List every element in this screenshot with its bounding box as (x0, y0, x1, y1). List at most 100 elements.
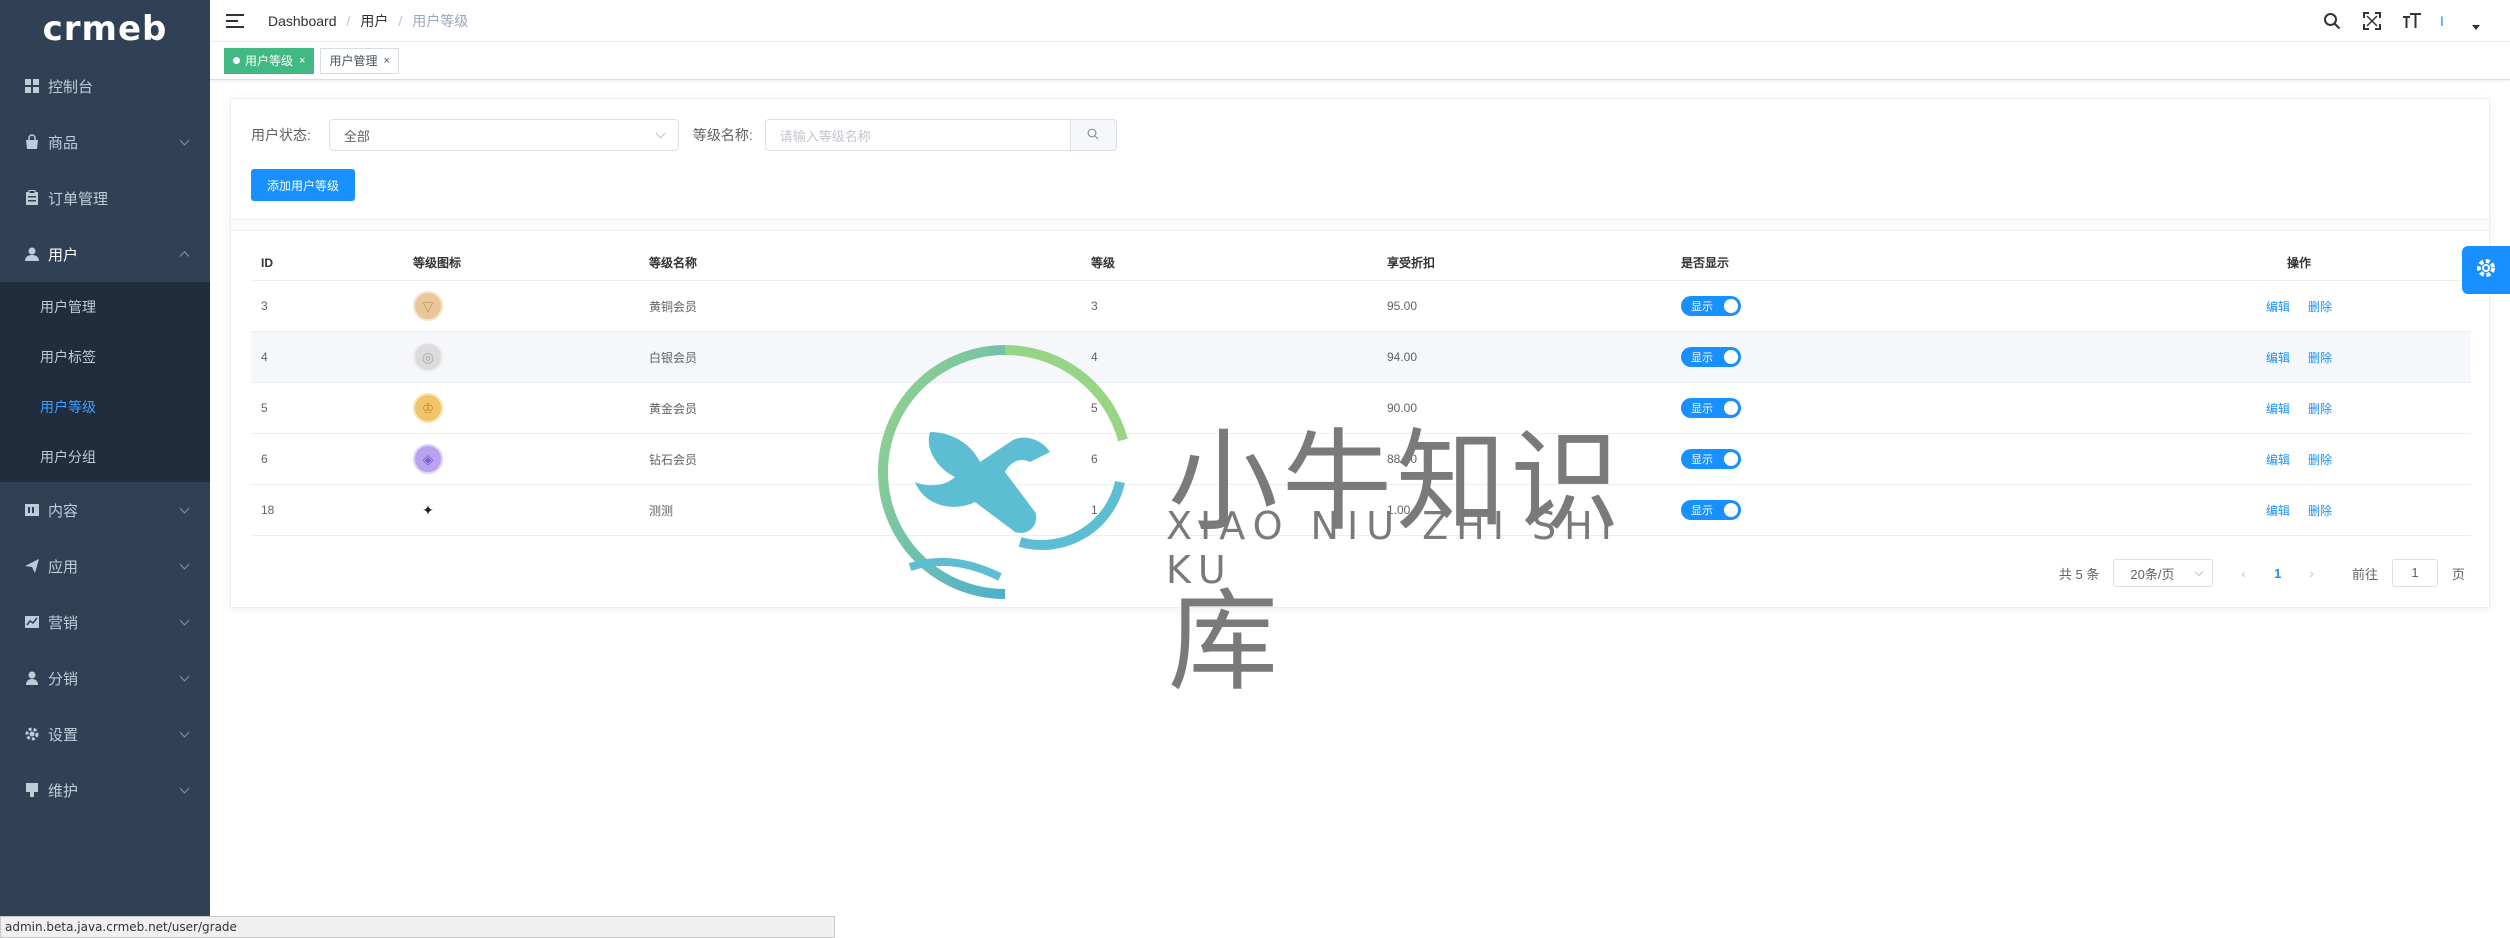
breadcrumb-item[interactable]: 用户 (360, 11, 388, 31)
edit-link[interactable]: 编辑 (2266, 451, 2290, 468)
edit-link[interactable]: 编辑 (2266, 502, 2290, 519)
content-icon (24, 502, 40, 518)
level-name-input[interactable]: 请输入等级名称 (764, 119, 1071, 151)
sidebar-item-settings[interactable]: 设置 (0, 706, 210, 762)
edit-link[interactable]: 编辑 (2266, 298, 2290, 315)
cell-name: 白银会员 (649, 350, 698, 365)
delete-link[interactable]: 删除 (2308, 400, 2332, 417)
sidebar-subitem-user-tags[interactable]: 用户标签 (0, 332, 210, 382)
chevron-down-icon (655, 128, 666, 139)
shop-bag-icon (24, 134, 40, 150)
col-header-icon: 等级图标 (413, 256, 462, 270)
prev-page-icon[interactable]: ‹ (2241, 565, 2246, 581)
delete-link[interactable]: 删除 (2308, 349, 2332, 366)
edit-link[interactable]: 编辑 (2266, 400, 2290, 417)
page-number[interactable]: 1 (2274, 566, 2281, 581)
fullscreen-icon[interactable] (2360, 9, 2384, 33)
maintenance-icon (24, 782, 40, 798)
sidebar-item-content[interactable]: 内容 (0, 482, 210, 538)
col-header-id: ID (261, 255, 273, 270)
sidebar-item-orders[interactable]: 订单管理 (0, 170, 210, 226)
gear-icon (2474, 256, 2498, 285)
goto-page-input[interactable]: 1 (2391, 559, 2438, 587)
top-header: Dashboard / 用户 / 用户等级 I (210, 0, 2510, 42)
page-suffix: 页 (2451, 566, 2465, 582)
toggle-label: 显示 (1691, 454, 1713, 466)
level-name-search: 请输入等级名称 (764, 119, 1117, 151)
marketing-icon (24, 614, 40, 630)
custom-level-icon: ✦ (413, 495, 443, 525)
show-toggle[interactable]: 显示 (1681, 296, 1741, 316)
table-row: 6 ◈ 钻石会员 6 88.00 显示 编辑 删除 (251, 434, 2471, 485)
table-row: 5 ♔ 黄金会员 5 90.00 显示 编辑 删除 (251, 383, 2471, 434)
send-icon (24, 558, 40, 574)
active-dot-icon (233, 57, 240, 64)
toggle-label: 显示 (1691, 352, 1713, 364)
breadcrumb-item[interactable]: Dashboard (268, 13, 337, 29)
app-logo[interactable]: crmeb (0, 0, 210, 58)
add-user-level-button[interactable]: 添加用户等级 (251, 169, 356, 201)
menu-toggle-icon[interactable] (226, 13, 244, 28)
col-header-name: 等级名称 (649, 256, 698, 270)
bronze-level-icon: ▽ (413, 291, 443, 321)
theme-settings-button[interactable] (2462, 246, 2510, 294)
col-header-show: 是否显示 (1681, 256, 1730, 270)
close-icon[interactable]: × (383, 55, 389, 67)
delete-link[interactable]: 删除 (2308, 502, 2332, 519)
sidebar-item-maintenance[interactable]: 维护 (0, 762, 210, 818)
sidebar-subitem-user-levels[interactable]: 用户等级 (0, 382, 210, 432)
section-divider (231, 219, 2489, 231)
cell-grade: 4 (1091, 350, 1098, 364)
table-header: ID 等级图标 等级名称 等级 享受折扣 是否显示 操作 (251, 245, 2471, 281)
chevron-down-icon (179, 135, 190, 146)
show-toggle[interactable]: 显示 (1681, 449, 1741, 469)
chevron-down-icon (179, 671, 190, 682)
show-toggle[interactable]: 显示 (1681, 347, 1741, 367)
sidebar-item-users[interactable]: 用户 (0, 226, 210, 282)
levels-table: ID 等级图标 等级名称 等级 享受折扣 是否显示 操作 3 ▽ 黄铜会员 3 … (251, 245, 2471, 536)
delete-link[interactable]: 删除 (2308, 298, 2332, 315)
user-indicator: I (2440, 13, 2444, 29)
caret-down-icon (2472, 24, 2480, 30)
sidebar-item-dashboard[interactable]: 控制台 (0, 58, 210, 114)
search-button[interactable] (1070, 119, 1117, 151)
tag-user-management[interactable]: 用户管理 × (320, 47, 399, 74)
dashboard-icon (24, 78, 40, 94)
page-size-select[interactable]: 20条/页 (2113, 559, 2214, 587)
gold-level-icon: ♔ (413, 393, 443, 423)
sidebar-item-distribution[interactable]: 分销 (0, 650, 210, 706)
sidebar-item-marketing[interactable]: 营销 (0, 594, 210, 650)
cell-discount: 95.00 (1387, 299, 1418, 313)
silver-level-icon: ◎ (413, 342, 443, 372)
show-toggle[interactable]: 显示 (1681, 398, 1741, 418)
diamond-level-icon: ◈ (413, 444, 443, 474)
next-page-icon[interactable]: › (2309, 565, 2314, 581)
status-select[interactable]: 全部 (328, 119, 679, 151)
search-icon[interactable] (2320, 9, 2344, 33)
user-avatar[interactable]: I (2440, 9, 2480, 33)
sidebar-item-label: 维护 (48, 782, 79, 800)
sidebar-item-products[interactable]: 商品 (0, 114, 210, 170)
cell-id: 3 (261, 299, 268, 313)
cell-id: 4 (261, 350, 268, 364)
header-actions: I (2320, 0, 2480, 42)
sidebar-item-label: 应用 (48, 558, 79, 576)
cell-id: 18 (261, 503, 275, 517)
delete-link[interactable]: 删除 (2308, 451, 2332, 468)
edit-link[interactable]: 编辑 (2266, 349, 2290, 366)
cell-discount: 88.00 (1387, 452, 1418, 466)
sidebar-subitem-user-management[interactable]: 用户管理 (0, 282, 210, 332)
tag-user-levels[interactable]: 用户等级 × (224, 47, 315, 74)
users-submenu: 用户管理 用户标签 用户等级 用户分组 (0, 282, 210, 482)
show-toggle[interactable]: 显示 (1681, 500, 1741, 520)
font-size-icon[interactable] (2400, 9, 2424, 33)
filter-bar: 用户状态: 全部 等级名称: 请输入等级名称 (251, 119, 1117, 151)
sidebar-item-apps[interactable]: 应用 (0, 538, 210, 594)
sidebar-subitem-user-groups[interactable]: 用户分组 (0, 432, 210, 482)
breadcrumb-separator: / (398, 12, 403, 29)
chevron-down-icon (2195, 567, 2204, 577)
close-icon[interactable]: × (299, 55, 305, 67)
breadcrumb-separator: / (346, 12, 351, 29)
pagination-total: 共 5 条 (2058, 566, 2100, 582)
cell-grade: 1 (1091, 503, 1098, 517)
